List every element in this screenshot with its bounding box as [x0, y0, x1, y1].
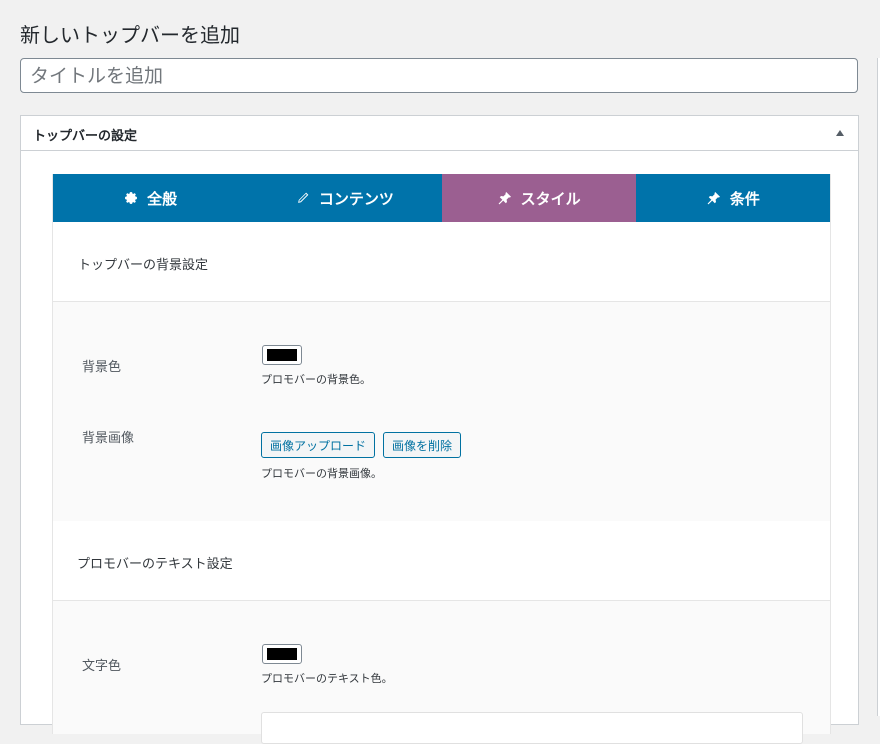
settings-tabs: 全般 コンテンツ スタイル 条件 [53, 174, 830, 222]
bg-color-swatch [267, 349, 297, 361]
topbar-settings-metabox: トップバーの設定 全般 コンテンツ スタイル 条件 トップバーの背景設定 背景色… [20, 115, 859, 744]
pushpin-icon [707, 192, 720, 205]
text-section-header: プロモバーのテキスト設定 [53, 521, 830, 601]
tab-conditions-label: 条件 [729, 189, 760, 208]
metabox-header: トップバーの設定 [21, 116, 858, 151]
bg-color-label: 背景色 [82, 360, 122, 375]
gear-icon [125, 192, 138, 204]
metabox-title: トップバーの設定 [33, 129, 138, 144]
bg-color-description: プロモバーの背景色。 [261, 373, 371, 386]
metabox-toggle-button[interactable] [826, 120, 854, 146]
tab-general-label: 全般 [147, 189, 178, 208]
next-field-input[interactable] [261, 712, 803, 744]
tab-content-label: コンテンツ [318, 189, 394, 208]
text-color-label: 文字色 [82, 659, 122, 674]
tab-content[interactable]: コンテンツ [247, 174, 441, 222]
triangle-up-icon [836, 130, 844, 136]
bg-color-picker[interactable] [262, 345, 302, 365]
remove-image-button[interactable]: 画像を削除 [383, 432, 462, 458]
upload-image-button[interactable]: 画像アップロード [261, 432, 376, 458]
settings-panel: 全般 コンテンツ スタイル 条件 トップバーの背景設定 背景色 プロモバーの背景… [52, 174, 831, 744]
text-color-description: プロモバーのテキスト色。 [261, 672, 393, 685]
pencil-icon [297, 192, 309, 203]
bg-image-description: プロモバーの背景画像。 [261, 467, 382, 480]
background-section-title: トップバーの背景設定 [78, 258, 209, 273]
tab-conditions[interactable]: 条件 [636, 174, 830, 222]
page-title: 新しいトップバーを追加 [20, 23, 240, 47]
background-section-header: トップバーの背景設定 [53, 222, 830, 302]
tab-general[interactable]: 全般 [53, 174, 247, 222]
title-input[interactable] [20, 58, 858, 93]
pushpin-icon [498, 192, 511, 205]
tab-style[interactable]: スタイル [441, 174, 636, 222]
tab-style-label: スタイル [520, 189, 581, 208]
text-color-swatch [267, 648, 297, 660]
text-color-picker[interactable] [262, 644, 302, 664]
text-section-title: プロモバーのテキスト設定 [77, 557, 233, 572]
bg-image-label: 背景画像 [82, 431, 135, 446]
